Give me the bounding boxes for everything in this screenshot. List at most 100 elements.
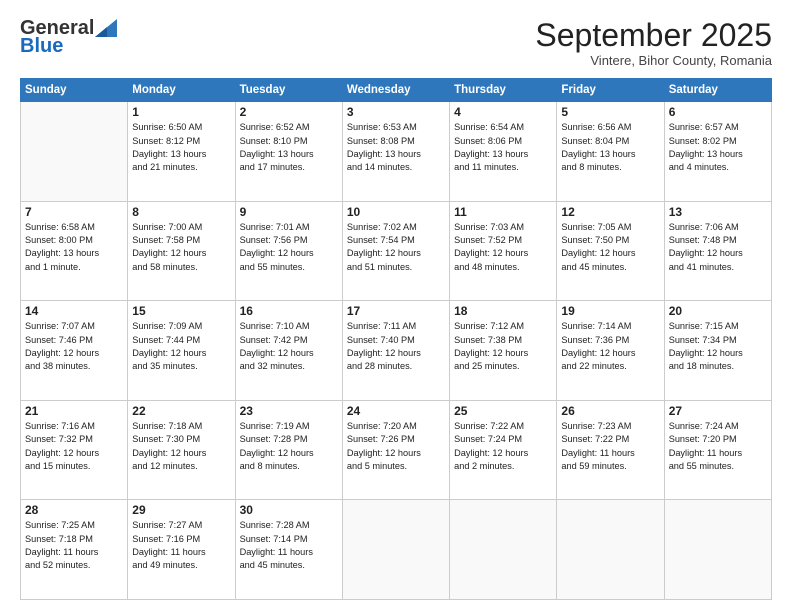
calendar-cell: 2 Sunrise: 6:52 AMSunset: 8:10 PMDaylight…: [235, 102, 342, 202]
calendar-table: Sunday Monday Tuesday Wednesday Thursday…: [20, 78, 772, 600]
day-info: Sunrise: 7:27 AMSunset: 7:16 PMDaylight:…: [132, 519, 230, 572]
calendar-cell: 25 Sunrise: 7:22 AMSunset: 7:24 PMDayligh…: [450, 400, 557, 500]
day-info: Sunrise: 7:05 AMSunset: 7:50 PMDaylight:…: [561, 221, 659, 274]
day-number: 15: [132, 304, 230, 318]
day-number: 10: [347, 205, 445, 219]
calendar-cell: 16 Sunrise: 7:10 AMSunset: 7:42 PMDayligh…: [235, 301, 342, 401]
day-info: Sunrise: 7:15 AMSunset: 7:34 PMDaylight:…: [669, 320, 767, 373]
calendar-week-row: 21 Sunrise: 7:16 AMSunset: 7:32 PMDayligh…: [21, 400, 772, 500]
day-number: 28: [25, 503, 123, 517]
day-info: Sunrise: 7:23 AMSunset: 7:22 PMDaylight:…: [561, 420, 659, 473]
calendar-cell: [342, 500, 449, 600]
logo-blue: Blue: [20, 36, 63, 56]
header: General Blue September 2025 Vintere, Bih…: [20, 18, 772, 68]
calendar-cell: 22 Sunrise: 7:18 AMSunset: 7:30 PMDayligh…: [128, 400, 235, 500]
calendar-cell: [557, 500, 664, 600]
day-info: Sunrise: 7:22 AMSunset: 7:24 PMDaylight:…: [454, 420, 552, 473]
day-number: 22: [132, 404, 230, 418]
day-info: Sunrise: 7:00 AMSunset: 7:58 PMDaylight:…: [132, 221, 230, 274]
calendar-cell: 9 Sunrise: 7:01 AMSunset: 7:56 PMDaylight…: [235, 201, 342, 301]
calendar-cell: [664, 500, 771, 600]
day-info: Sunrise: 7:03 AMSunset: 7:52 PMDaylight:…: [454, 221, 552, 274]
day-number: 5: [561, 105, 659, 119]
day-info: Sunrise: 7:01 AMSunset: 7:56 PMDaylight:…: [240, 221, 338, 274]
day-info: Sunrise: 6:52 AMSunset: 8:10 PMDaylight:…: [240, 121, 338, 174]
calendar-cell: 13Sunrise: 7:06 AMSunset: 7:48 PMDayligh…: [664, 201, 771, 301]
day-number: 4: [454, 105, 552, 119]
calendar-week-row: 14Sunrise: 7:07 AMSunset: 7:46 PMDayligh…: [21, 301, 772, 401]
calendar-cell: 27Sunrise: 7:24 AMSunset: 7:20 PMDayligh…: [664, 400, 771, 500]
day-info: Sunrise: 7:28 AMSunset: 7:14 PMDaylight:…: [240, 519, 338, 572]
calendar-cell: 12 Sunrise: 7:05 AMSunset: 7:50 PMDayligh…: [557, 201, 664, 301]
calendar-cell: 4 Sunrise: 6:54 AMSunset: 8:06 PMDaylight…: [450, 102, 557, 202]
calendar-week-row: 28 Sunrise: 7:25 AMSunset: 7:18 PMDayligh…: [21, 500, 772, 600]
calendar-cell: [450, 500, 557, 600]
day-info: Sunrise: 6:54 AMSunset: 8:06 PMDaylight:…: [454, 121, 552, 174]
col-wednesday: Wednesday: [342, 79, 449, 102]
day-info: Sunrise: 6:57 AMSunset: 8:02 PMDaylight:…: [669, 121, 767, 174]
calendar-cell: 7 Sunrise: 6:58 AMSunset: 8:00 PMDaylight…: [21, 201, 128, 301]
col-sunday: Sunday: [21, 79, 128, 102]
col-monday: Monday: [128, 79, 235, 102]
day-info: Sunrise: 7:18 AMSunset: 7:30 PMDaylight:…: [132, 420, 230, 473]
day-info: Sunrise: 7:02 AMSunset: 7:54 PMDaylight:…: [347, 221, 445, 274]
calendar-cell: 5 Sunrise: 6:56 AMSunset: 8:04 PMDaylight…: [557, 102, 664, 202]
calendar-cell: 10 Sunrise: 7:02 AMSunset: 7:54 PMDayligh…: [342, 201, 449, 301]
day-number: 25: [454, 404, 552, 418]
calendar-cell: 26 Sunrise: 7:23 AMSunset: 7:22 PMDayligh…: [557, 400, 664, 500]
calendar-cell: 6Sunrise: 6:57 AMSunset: 8:02 PMDaylight…: [664, 102, 771, 202]
day-number: 24: [347, 404, 445, 418]
day-info: Sunrise: 7:11 AMSunset: 7:40 PMDaylight:…: [347, 320, 445, 373]
day-number: 21: [25, 404, 123, 418]
calendar-cell: 15 Sunrise: 7:09 AMSunset: 7:44 PMDayligh…: [128, 301, 235, 401]
calendar-week-row: 7 Sunrise: 6:58 AMSunset: 8:00 PMDaylight…: [21, 201, 772, 301]
day-number: 12: [561, 205, 659, 219]
calendar-cell: 29Sunrise: 7:27 AMSunset: 7:16 PMDayligh…: [128, 500, 235, 600]
logo: General Blue: [20, 18, 117, 56]
calendar-cell: 19Sunrise: 7:14 AMSunset: 7:36 PMDayligh…: [557, 301, 664, 401]
day-number: 3: [347, 105, 445, 119]
calendar-header-row: Sunday Monday Tuesday Wednesday Thursday…: [21, 79, 772, 102]
month-title: September 2025: [535, 18, 772, 53]
day-number: 2: [240, 105, 338, 119]
calendar-cell: 3 Sunrise: 6:53 AMSunset: 8:08 PMDaylight…: [342, 102, 449, 202]
calendar-cell: [21, 102, 128, 202]
day-info: Sunrise: 7:19 AMSunset: 7:28 PMDaylight:…: [240, 420, 338, 473]
day-info: Sunrise: 7:09 AMSunset: 7:44 PMDaylight:…: [132, 320, 230, 373]
calendar-cell: 18Sunrise: 7:12 AMSunset: 7:38 PMDayligh…: [450, 301, 557, 401]
day-number: 9: [240, 205, 338, 219]
calendar-cell: 21 Sunrise: 7:16 AMSunset: 7:32 PMDayligh…: [21, 400, 128, 500]
col-tuesday: Tuesday: [235, 79, 342, 102]
day-number: 17: [347, 304, 445, 318]
logo-icon: [95, 19, 117, 37]
day-info: Sunrise: 6:58 AMSunset: 8:00 PMDaylight:…: [25, 221, 123, 274]
calendar-cell: 24 Sunrise: 7:20 AMSunset: 7:26 PMDayligh…: [342, 400, 449, 500]
day-info: Sunrise: 7:20 AMSunset: 7:26 PMDaylight:…: [347, 420, 445, 473]
title-area: September 2025 Vintere, Bihor County, Ro…: [535, 18, 772, 68]
calendar-cell: 11 Sunrise: 7:03 AMSunset: 7:52 PMDayligh…: [450, 201, 557, 301]
day-info: Sunrise: 6:56 AMSunset: 8:04 PMDaylight:…: [561, 121, 659, 174]
calendar-cell: 17 Sunrise: 7:11 AMSunset: 7:40 PMDayligh…: [342, 301, 449, 401]
calendar-cell: 23 Sunrise: 7:19 AMSunset: 7:28 PMDayligh…: [235, 400, 342, 500]
day-number: 11: [454, 205, 552, 219]
day-number: 26: [561, 404, 659, 418]
calendar-cell: 14Sunrise: 7:07 AMSunset: 7:46 PMDayligh…: [21, 301, 128, 401]
day-info: Sunrise: 7:10 AMSunset: 7:42 PMDaylight:…: [240, 320, 338, 373]
day-number: 1: [132, 105, 230, 119]
day-info: Sunrise: 6:50 AMSunset: 8:12 PMDaylight:…: [132, 121, 230, 174]
day-info: Sunrise: 7:14 AMSunset: 7:36 PMDaylight:…: [561, 320, 659, 373]
day-number: 20: [669, 304, 767, 318]
day-info: Sunrise: 7:12 AMSunset: 7:38 PMDaylight:…: [454, 320, 552, 373]
day-info: Sunrise: 7:25 AMSunset: 7:18 PMDaylight:…: [25, 519, 123, 572]
day-info: Sunrise: 6:53 AMSunset: 8:08 PMDaylight:…: [347, 121, 445, 174]
col-thursday: Thursday: [450, 79, 557, 102]
day-number: 23: [240, 404, 338, 418]
col-friday: Friday: [557, 79, 664, 102]
day-number: 8: [132, 205, 230, 219]
col-saturday: Saturday: [664, 79, 771, 102]
day-info: Sunrise: 7:16 AMSunset: 7:32 PMDaylight:…: [25, 420, 123, 473]
calendar-cell: 28 Sunrise: 7:25 AMSunset: 7:18 PMDayligh…: [21, 500, 128, 600]
day-info: Sunrise: 7:24 AMSunset: 7:20 PMDaylight:…: [669, 420, 767, 473]
day-number: 16: [240, 304, 338, 318]
day-number: 7: [25, 205, 123, 219]
